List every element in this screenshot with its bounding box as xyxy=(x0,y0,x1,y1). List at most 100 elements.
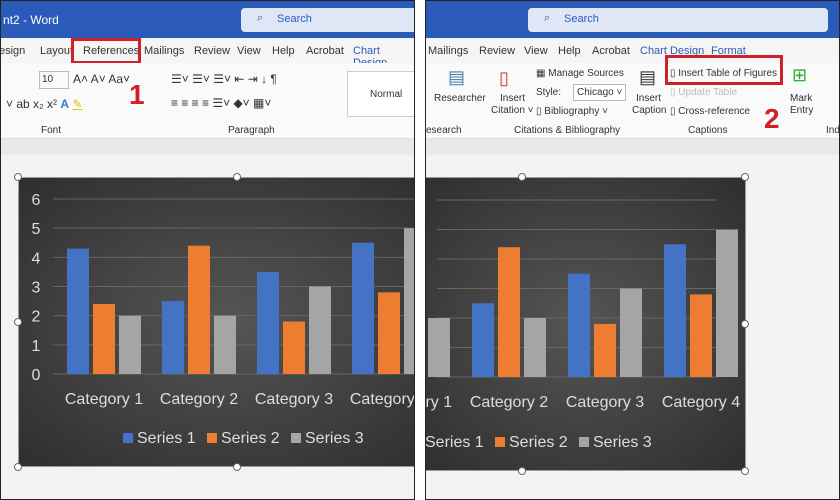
ruler xyxy=(1,139,414,155)
category-label: Category 3 xyxy=(255,391,333,408)
tab-design[interactable]: esign xyxy=(1,45,25,57)
legend-label: Series 3 xyxy=(305,430,364,447)
font-size-select[interactable]: 10 xyxy=(39,71,69,89)
bar-series-2[interactable] xyxy=(283,321,305,375)
bar-series-2[interactable] xyxy=(188,245,210,374)
update-table-label: Update Table xyxy=(678,87,738,98)
insert-citation-line2[interactable]: Citation ˅ xyxy=(491,105,534,116)
ribbon-home: 10 A˄ A˅ Aa˅ ˅ ab x₂ x² A ✎ ☰˅ ☰˅ ☰˅ ⇤ ⇥… xyxy=(1,63,414,139)
bar-series-2[interactable] xyxy=(498,247,520,377)
bar-series-3[interactable] xyxy=(214,315,236,374)
tab-view[interactable]: View xyxy=(237,45,261,57)
mark-entry-line2[interactable]: Entry xyxy=(790,105,813,116)
category-label: Category 1 xyxy=(65,391,143,408)
legend-label: Series 2 xyxy=(221,430,280,447)
document-title: nt2 - Word xyxy=(3,13,59,27)
cross-reference-button[interactable]: ▯ Cross-reference xyxy=(670,106,750,117)
step-number: 1 xyxy=(129,79,145,110)
mark-entry-line1[interactable]: Mark xyxy=(790,93,812,104)
resize-handle[interactable] xyxy=(518,467,526,475)
resize-handle[interactable] xyxy=(741,173,749,181)
bar-series-1[interactable] xyxy=(257,271,279,374)
resize-handle[interactable] xyxy=(741,320,749,328)
resize-handle[interactable] xyxy=(14,463,22,471)
bar-series-3[interactable] xyxy=(524,318,546,377)
legend-label: Series 2 xyxy=(509,434,568,451)
tab-review[interactable]: Review xyxy=(479,45,515,57)
insert-caption-line2[interactable]: Caption xyxy=(632,105,666,116)
bar-series-2[interactable] xyxy=(378,292,400,374)
category-label: Category 2 xyxy=(160,391,238,408)
ruler xyxy=(426,139,839,155)
font-format-icons[interactable]: ˅ ab x₂ x² A ✎ xyxy=(6,97,82,111)
bar-series-1[interactable] xyxy=(472,303,494,377)
bar-series-3[interactable] xyxy=(309,286,331,375)
style-select[interactable]: Chicago ˅ xyxy=(573,84,627,101)
bar-series-1[interactable] xyxy=(568,273,590,377)
resize-handle[interactable] xyxy=(233,463,241,471)
bar-series-2[interactable] xyxy=(93,304,115,374)
style-label: Style: xyxy=(536,87,562,98)
y-tick-label: 5 xyxy=(32,221,41,238)
search-box[interactable]: ⌕ Search xyxy=(528,8,828,32)
resize-handle[interactable] xyxy=(741,467,749,475)
category-label: Category 4 xyxy=(662,394,740,411)
index-group-label: Ind xyxy=(826,125,840,136)
tab-help[interactable]: Help xyxy=(558,45,581,57)
tab-layout[interactable]: Layout xyxy=(40,45,73,57)
researcher-icon[interactable]: ▤ xyxy=(448,67,465,88)
category-label: Category 3 xyxy=(566,394,644,411)
tab-view[interactable]: View xyxy=(524,45,548,57)
paragraph-group-label: Paragraph xyxy=(228,125,275,136)
bar-series-1[interactable] xyxy=(352,242,374,374)
bibliography-button[interactable]: ▯ Bibliography ˅ xyxy=(536,106,608,117)
citations-group-label: Citations & Bibliography xyxy=(514,125,621,136)
manage-sources-button[interactable]: ▦ Manage Sources xyxy=(536,68,624,79)
bar-series-3[interactable] xyxy=(119,315,141,374)
tab-mailings[interactable]: Mailings xyxy=(144,45,184,57)
search-label: Search xyxy=(564,13,599,25)
research-group-label: esearch xyxy=(426,125,462,136)
bar-series-1[interactable] xyxy=(162,301,184,374)
insert-citation-icon[interactable]: ▯ xyxy=(499,68,509,89)
highlight-box-references xyxy=(71,38,141,64)
captions-group-label: Captions xyxy=(688,125,728,136)
tab-mailings[interactable]: Mailings xyxy=(428,45,468,57)
resize-handle[interactable] xyxy=(518,173,526,181)
search-box[interactable]: ⌕ Search xyxy=(241,8,414,32)
y-tick-label: 6 xyxy=(32,192,41,209)
update-table-button[interactable]: ▯ Update Table xyxy=(670,87,737,98)
tab-acrobat[interactable]: Acrobat xyxy=(306,45,344,57)
tab-acrobat[interactable]: Acrobat xyxy=(592,45,630,57)
resize-handle[interactable] xyxy=(233,173,241,181)
insert-citation-line1[interactable]: Insert xyxy=(500,93,525,104)
bar-series-3[interactable] xyxy=(620,288,642,378)
bar-series-2[interactable] xyxy=(594,323,616,377)
column-chart[interactable]: 0 1 2 3 4 5 6 Category 1 Category 2 Category 3 Cat… xyxy=(18,177,415,467)
researcher-button[interactable]: Researcher xyxy=(434,93,486,104)
bar-series-1[interactable] xyxy=(67,248,89,374)
column-chart[interactable]: Category 1 Category 2 Category 3 Category 4… xyxy=(426,177,746,471)
insert-caption-icon[interactable]: ▤ xyxy=(639,67,656,88)
y-tick-label: 1 xyxy=(32,338,41,355)
font-group-label: Font xyxy=(41,125,62,136)
bar-series-3[interactable] xyxy=(716,229,738,378)
tab-review[interactable]: Review xyxy=(194,45,230,57)
bar-series-3[interactable] xyxy=(404,228,415,374)
legend-label: Series 1 xyxy=(137,430,196,447)
align-icons[interactable]: ≡ ≡ ≡ ≡ ☰˅ ◆˅ ▦˅ xyxy=(171,96,271,110)
category-label: Category 2 xyxy=(470,394,548,411)
search-icon: ⌕ xyxy=(257,12,264,24)
resize-handle[interactable] xyxy=(14,173,22,181)
insert-caption-line1[interactable]: Insert xyxy=(636,93,661,104)
y-tick-label: 0 xyxy=(32,367,41,384)
bar-series-1[interactable] xyxy=(664,244,686,377)
bar-series-2[interactable] xyxy=(690,294,712,377)
tab-help[interactable]: Help xyxy=(272,45,295,57)
bar-series-3[interactable] xyxy=(428,318,450,377)
resize-handle[interactable] xyxy=(14,318,22,326)
font-grow-icon[interactable]: A˄ A˅ Aa˅ xyxy=(73,72,130,86)
list-icons[interactable]: ☰˅ ☰˅ ☰˅ ⇤ ⇥ ↓ ¶ xyxy=(171,72,277,86)
mark-entry-icon[interactable]: ⊞ xyxy=(792,65,807,86)
style-normal[interactable]: Normal xyxy=(347,71,414,117)
